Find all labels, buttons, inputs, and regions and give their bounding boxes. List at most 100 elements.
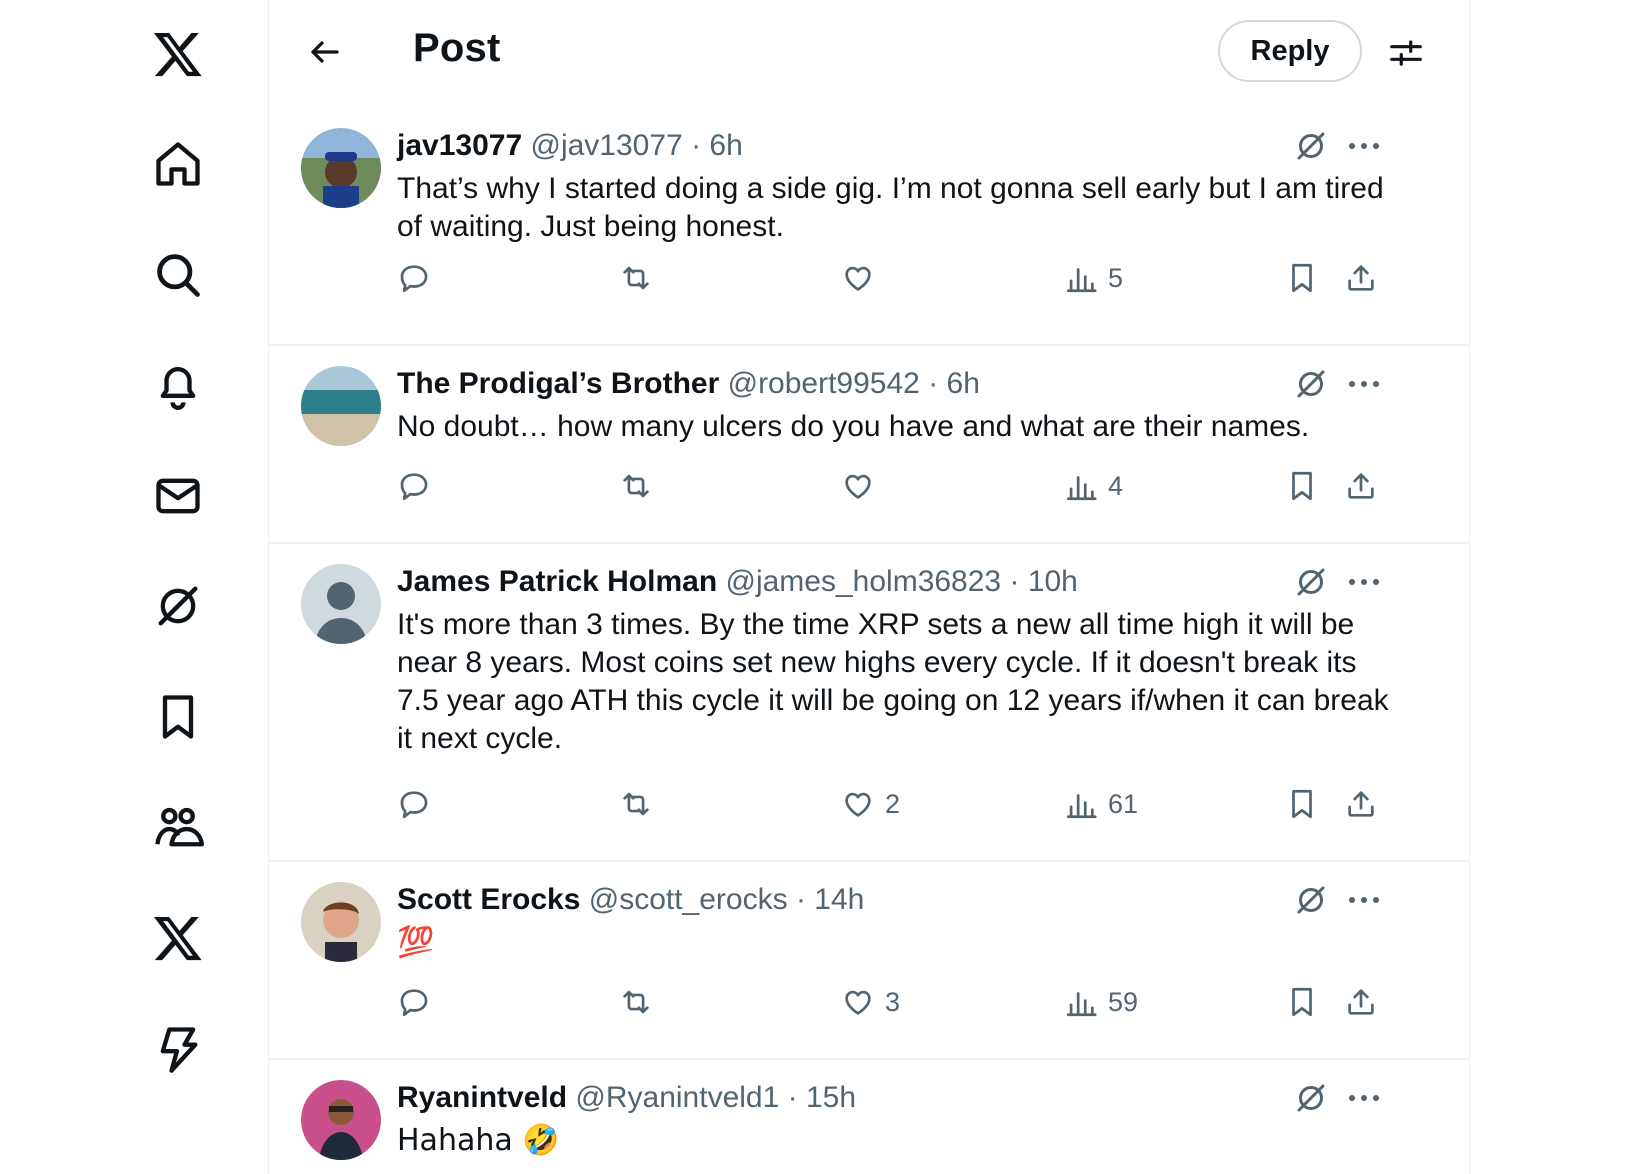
like-action[interactable]: 2 xyxy=(841,782,900,826)
post-time[interactable]: 10h xyxy=(1028,565,1078,598)
reply-post[interactable]: Scott Erocks @scott_erocks · 14h 💯 3 59 xyxy=(269,862,1469,1060)
repost-icon xyxy=(623,474,649,498)
view-count: 4 xyxy=(1108,470,1124,501)
view-count: 5 xyxy=(1108,262,1124,293)
repost-action[interactable] xyxy=(619,464,653,508)
bookmark-action[interactable] xyxy=(1285,980,1319,1024)
user-handle[interactable]: @robert99542 xyxy=(728,367,920,400)
repost-action[interactable] xyxy=(619,980,653,1024)
share-icon xyxy=(1348,265,1374,291)
reply-button[interactable]: Reply xyxy=(1218,20,1362,82)
grok-icon[interactable] xyxy=(1289,560,1333,604)
grok-icon[interactable] xyxy=(140,568,216,644)
user-name[interactable]: Ryanintveld xyxy=(397,1081,567,1114)
reply-icon xyxy=(400,989,428,1017)
share-action[interactable] xyxy=(1344,256,1378,300)
post-time[interactable]: 15h xyxy=(806,1081,856,1114)
grok-icon[interactable] xyxy=(1289,362,1333,406)
views-action[interactable]: 59 xyxy=(1064,980,1138,1024)
reply-action[interactable] xyxy=(397,782,431,826)
reply-action[interactable] xyxy=(397,256,431,300)
avatar[interactable] xyxy=(301,366,381,446)
post-time[interactable]: 6h xyxy=(947,367,980,400)
user-name[interactable]: jav13077 xyxy=(397,129,522,162)
post-author-line: Ryanintveld @Ryanintveld1 · 15h xyxy=(397,1081,857,1114)
reply-post[interactable]: Ryanintveld @Ryanintveld1 · 15h Hahaha 🤣 xyxy=(269,1060,1469,1174)
home-icon[interactable] xyxy=(140,126,216,202)
search-icon[interactable] xyxy=(140,237,216,313)
views-action[interactable]: 5 xyxy=(1064,256,1123,300)
avatar[interactable] xyxy=(301,128,381,208)
reply-action[interactable] xyxy=(397,980,431,1024)
reply-post[interactable]: The Prodigal’s Brother @robert99542 · 6h… xyxy=(269,346,1469,544)
views-action[interactable]: 4 xyxy=(1064,464,1123,508)
user-handle[interactable]: @scott_erocks xyxy=(589,883,788,916)
grok-icon[interactable] xyxy=(1289,1076,1333,1120)
reply-icon xyxy=(400,265,428,293)
bookmark-icon[interactable] xyxy=(140,679,216,755)
views-action[interactable]: 61 xyxy=(1064,782,1138,826)
user-name[interactable]: Scott Erocks xyxy=(397,883,580,916)
analytics-icon xyxy=(1066,268,1097,293)
like-action[interactable] xyxy=(841,256,885,300)
premium-x-icon[interactable] xyxy=(140,900,216,976)
main-column: Post Reply jav13077 @jav13077 · 6h That’… xyxy=(268,0,1470,1174)
grok-icon[interactable] xyxy=(1289,124,1333,168)
x-logo-icon[interactable] xyxy=(140,16,216,92)
share-action[interactable] xyxy=(1344,464,1378,508)
like-action[interactable]: 3 xyxy=(841,980,900,1024)
user-name[interactable]: The Prodigal’s Brother xyxy=(397,367,719,400)
user-handle[interactable]: @james_holm36823 xyxy=(726,565,1002,598)
like-action[interactable] xyxy=(841,464,885,508)
grok-icon[interactable] xyxy=(1289,878,1333,922)
more-options-icon[interactable] xyxy=(1339,362,1389,406)
avatar[interactable] xyxy=(301,564,381,644)
bookmark-action[interactable] xyxy=(1285,782,1319,826)
post-author-line: The Prodigal’s Brother @robert99542 · 6h xyxy=(397,367,980,400)
repost-action[interactable] xyxy=(619,782,653,826)
messages-envelope-icon[interactable] xyxy=(140,458,216,534)
more-options-icon[interactable] xyxy=(1339,1076,1389,1120)
analytics-icon xyxy=(1066,992,1097,1017)
reply-action[interactable] xyxy=(397,464,431,508)
avatar[interactable] xyxy=(301,882,381,962)
back-arrow-icon[interactable] xyxy=(295,22,355,82)
share-action[interactable] xyxy=(1344,980,1378,1024)
reply-post[interactable]: James Patrick Holman @james_holm36823 · … xyxy=(269,544,1469,862)
more-options-icon[interactable] xyxy=(1339,878,1389,922)
post-author-line: jav13077 @jav13077 · 6h xyxy=(397,129,743,162)
share-action[interactable] xyxy=(1344,782,1378,826)
post-time[interactable]: 14h xyxy=(814,883,864,916)
verified-orgs-bolt-icon[interactable] xyxy=(140,1011,216,1087)
user-handle[interactable]: @jav13077 xyxy=(530,129,682,162)
bookmark-action[interactable] xyxy=(1285,464,1319,508)
bookmark-icon xyxy=(1292,263,1312,293)
reply-icon xyxy=(400,473,428,501)
share-icon xyxy=(1348,791,1374,817)
post-time[interactable]: 6h xyxy=(709,129,742,162)
like-count: 3 xyxy=(885,986,901,1017)
notifications-bell-icon[interactable] xyxy=(140,347,216,423)
analytics-icon xyxy=(1066,794,1097,819)
heart-icon xyxy=(845,474,871,499)
like-count: 2 xyxy=(885,788,901,819)
repost-icon xyxy=(623,990,649,1014)
more-options-icon[interactable] xyxy=(1339,124,1389,168)
view-count: 61 xyxy=(1108,788,1139,819)
bookmark-icon xyxy=(1292,471,1312,501)
post-text: That’s why I started doing a side gig. I… xyxy=(397,172,1392,243)
reply-settings-icon[interactable] xyxy=(1381,28,1431,78)
repost-icon xyxy=(623,266,649,290)
user-handle[interactable]: @Ryanintveld1 xyxy=(575,1081,779,1114)
user-name[interactable]: James Patrick Holman xyxy=(397,565,717,598)
share-icon xyxy=(1348,989,1374,1015)
communities-icon[interactable] xyxy=(140,790,216,866)
repost-action[interactable] xyxy=(619,256,653,300)
bookmark-icon xyxy=(1292,987,1312,1017)
avatar[interactable] xyxy=(301,1080,381,1160)
bookmark-action[interactable] xyxy=(1285,256,1319,300)
post-author-line: James Patrick Holman @james_holm36823 · … xyxy=(397,565,1078,598)
post-text: No doubt… how many ulcers do you have an… xyxy=(397,410,1310,443)
more-options-icon[interactable] xyxy=(1339,560,1389,604)
reply-post[interactable]: jav13077 @jav13077 · 6h That’s why I sta… xyxy=(269,106,1469,346)
